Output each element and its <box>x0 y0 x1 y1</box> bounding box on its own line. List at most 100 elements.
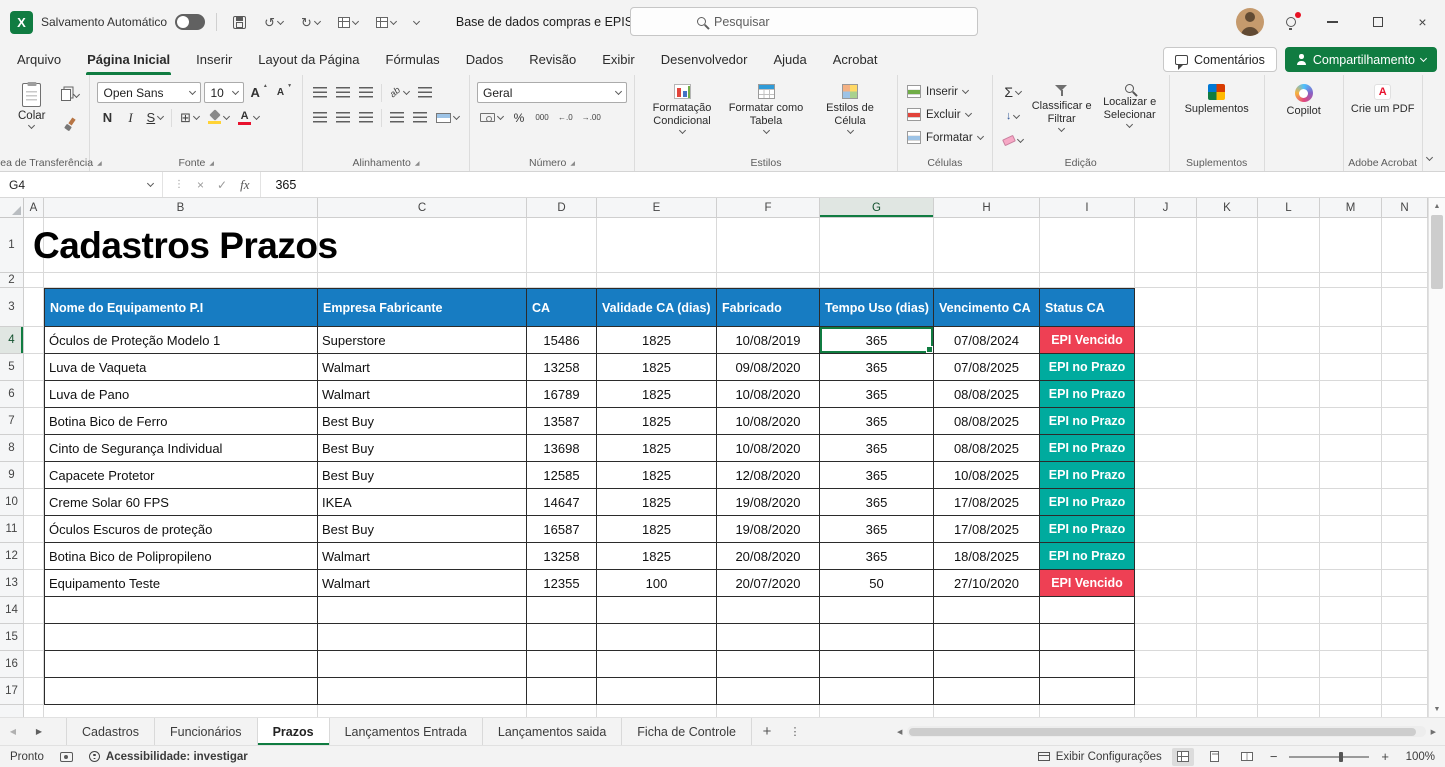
row-header-3[interactable]: 3 <box>0 288 24 327</box>
cell-N7[interactable] <box>1382 408 1428 435</box>
search-box[interactable] <box>630 7 978 36</box>
cell-H4[interactable]: 07/08/2024 <box>934 327 1040 354</box>
zoom-out-button[interactable]: − <box>1268 749 1280 764</box>
cell-N17[interactable] <box>1382 678 1428 705</box>
cell-G16[interactable] <box>820 651 934 678</box>
fill-color-button[interactable] <box>205 108 232 128</box>
cell-A13[interactable] <box>24 570 44 597</box>
cell-I18[interactable] <box>1040 705 1135 717</box>
cell-I7[interactable]: EPI no Prazo <box>1040 408 1135 435</box>
align-middle-button[interactable] <box>333 83 353 103</box>
ribbon-tab-desenvolvedor[interactable]: Desenvolvedor <box>648 44 761 75</box>
column-header-B[interactable]: B <box>44 198 318 218</box>
cell-N8[interactable] <box>1382 435 1428 462</box>
cell-styles-button[interactable]: Estilos de Célula <box>810 80 890 133</box>
comments-button[interactable]: Comentários <box>1163 47 1277 72</box>
column-header-F[interactable]: F <box>717 198 820 218</box>
cell-B18[interactable] <box>44 705 318 717</box>
ribbon-tab-pagina-inicial[interactable]: Página Inicial <box>74 44 183 75</box>
column-header-I[interactable]: I <box>1040 198 1135 218</box>
customize-qat-button[interactable] <box>409 17 424 28</box>
cell-F8[interactable]: 10/08/2020 <box>717 435 820 462</box>
cell-J10[interactable] <box>1135 489 1197 516</box>
cell-J5[interactable] <box>1135 354 1197 381</box>
align-left-button[interactable] <box>310 108 330 128</box>
cell-F6[interactable]: 10/08/2020 <box>717 381 820 408</box>
cell-D8[interactable]: 13698 <box>527 435 597 462</box>
scroll-up-button[interactable]: ▲ <box>1429 198 1445 214</box>
cell-B17[interactable] <box>44 678 318 705</box>
cell-G12[interactable]: 365 <box>820 543 934 570</box>
cell-I12[interactable]: EPI no Prazo <box>1040 543 1135 570</box>
bold-button[interactable]: N <box>97 108 117 128</box>
cell-A7[interactable] <box>24 408 44 435</box>
cell-L3[interactable] <box>1258 288 1320 327</box>
copilot-button[interactable]: Copilot <box>1272 80 1336 118</box>
copy-button[interactable] <box>58 85 82 105</box>
page-break-view-button[interactable] <box>1236 748 1258 766</box>
cell-E8[interactable]: 1825 <box>597 435 717 462</box>
cell-L1[interactable] <box>1258 218 1320 273</box>
cell-M11[interactable] <box>1320 516 1382 543</box>
cell-F9[interactable]: 12/08/2020 <box>717 462 820 489</box>
cell-I11[interactable]: EPI no Prazo <box>1040 516 1135 543</box>
cell-J4[interactable] <box>1135 327 1197 354</box>
cell-L13[interactable] <box>1258 570 1320 597</box>
column-header-D[interactable]: D <box>527 198 597 218</box>
cell-K5[interactable] <box>1197 354 1258 381</box>
cell-H7[interactable]: 08/08/2025 <box>934 408 1040 435</box>
cell-D10[interactable]: 14647 <box>527 489 597 516</box>
cell-H16[interactable] <box>934 651 1040 678</box>
cell-N6[interactable] <box>1382 381 1428 408</box>
cell-C16[interactable] <box>318 651 527 678</box>
paste-button[interactable]: Colar <box>9 80 54 134</box>
cell-E18[interactable] <box>597 705 717 717</box>
row-header-14[interactable]: 14 <box>0 597 24 624</box>
cell-A10[interactable] <box>24 489 44 516</box>
cell-I17[interactable] <box>1040 678 1135 705</box>
cell-C6[interactable]: Walmart <box>318 381 527 408</box>
macro-record-button[interactable] <box>60 752 73 762</box>
cell-H1[interactable] <box>934 218 1040 273</box>
cell-J15[interactable] <box>1135 624 1197 651</box>
scroll-right-button[interactable]: ▶ <box>1428 728 1439 736</box>
cell-G17[interactable] <box>820 678 934 705</box>
cell-M8[interactable] <box>1320 435 1382 462</box>
normal-view-button[interactable] <box>1172 748 1194 766</box>
cell-E13[interactable]: 100 <box>597 570 717 597</box>
cell-B11[interactable]: Óculos Escuros de proteção <box>44 516 318 543</box>
cell-B14[interactable] <box>44 597 318 624</box>
close-button[interactable]: × <box>1400 0 1445 44</box>
cell-J1[interactable] <box>1135 218 1197 273</box>
cell-I1[interactable] <box>1040 218 1135 273</box>
cell-G5[interactable]: 365 <box>820 354 934 381</box>
cell-B12[interactable]: Botina Bico de Polipropileno <box>44 543 318 570</box>
cell-J7[interactable] <box>1135 408 1197 435</box>
cell-D15[interactable] <box>527 624 597 651</box>
cell-I3[interactable]: Status CA <box>1040 288 1135 327</box>
cell-J11[interactable] <box>1135 516 1197 543</box>
cell-B6[interactable]: Luva de Pano <box>44 381 318 408</box>
dialog-launcher-icon[interactable]: ◢ <box>415 160 420 167</box>
cell-B2[interactable] <box>44 273 318 288</box>
cell-K10[interactable] <box>1197 489 1258 516</box>
cell-F13[interactable]: 20/07/2020 <box>717 570 820 597</box>
cell-A5[interactable] <box>24 354 44 381</box>
cell-A16[interactable] <box>24 651 44 678</box>
cell-E7[interactable]: 1825 <box>597 408 717 435</box>
cell-M9[interactable] <box>1320 462 1382 489</box>
cell-E15[interactable] <box>597 624 717 651</box>
cell-F3[interactable]: Fabricado <box>717 288 820 327</box>
cell-A2[interactable] <box>24 273 44 288</box>
cell-L6[interactable] <box>1258 381 1320 408</box>
cell-G8[interactable]: 365 <box>820 435 934 462</box>
cell-B16[interactable] <box>44 651 318 678</box>
merge-center-button[interactable] <box>433 108 462 128</box>
cell-H10[interactable]: 17/08/2025 <box>934 489 1040 516</box>
display-settings-button[interactable]: Exibir Configurações <box>1038 751 1162 763</box>
cell-F4[interactable]: 10/08/2019 <box>717 327 820 354</box>
cell-J13[interactable] <box>1135 570 1197 597</box>
cell-M1[interactable] <box>1320 218 1382 273</box>
cell-I5[interactable]: EPI no Prazo <box>1040 354 1135 381</box>
cell-E12[interactable]: 1825 <box>597 543 717 570</box>
